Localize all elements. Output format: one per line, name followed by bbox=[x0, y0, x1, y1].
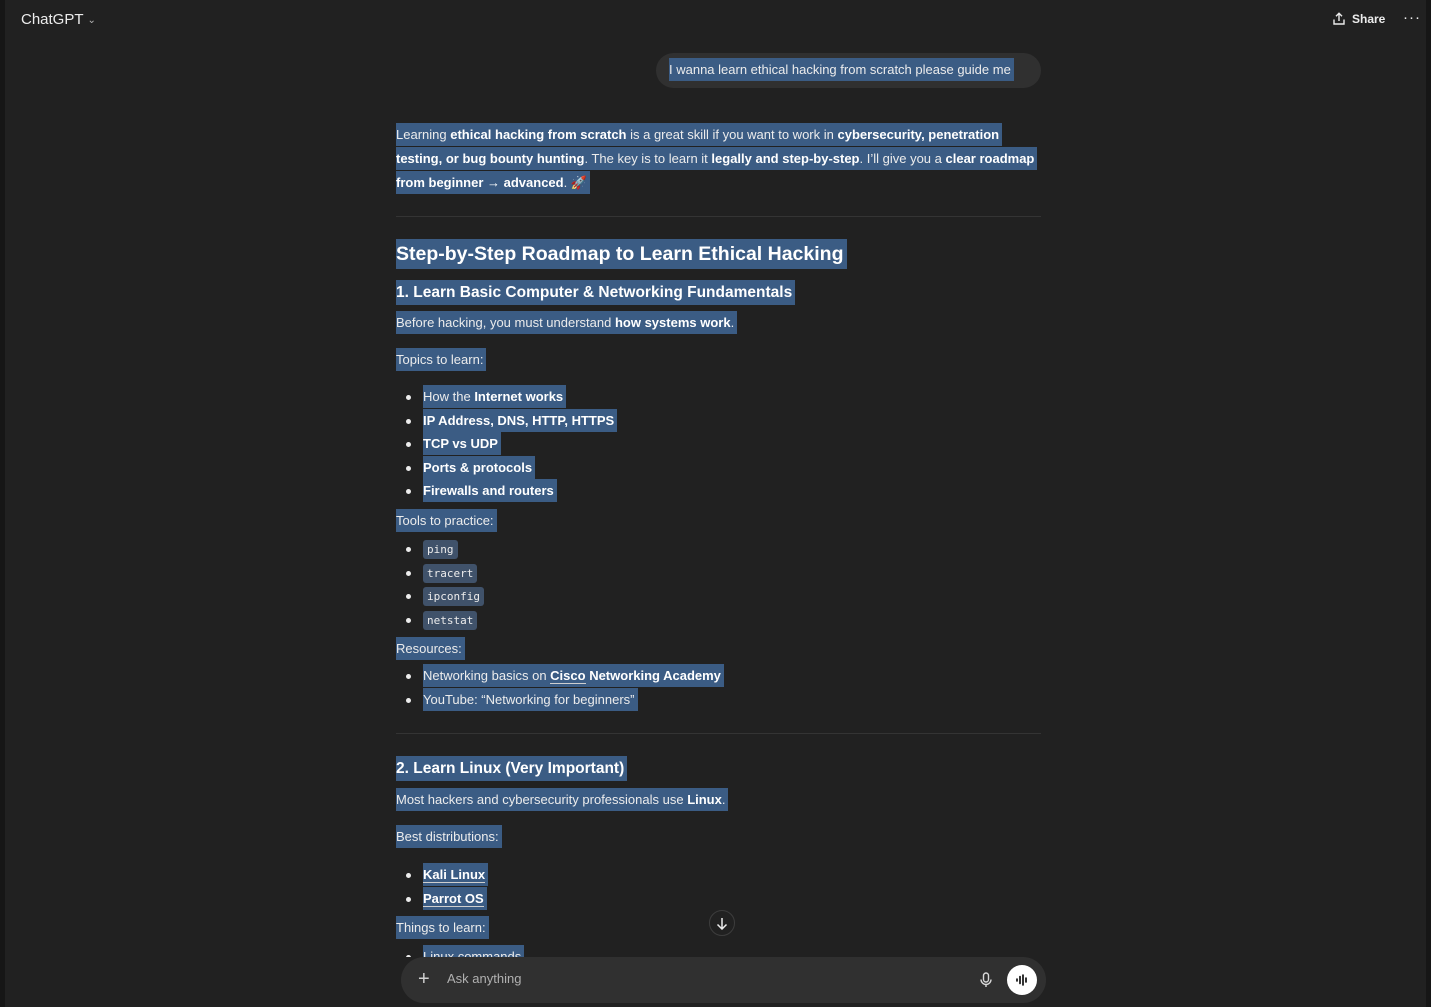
voice-mode-button[interactable] bbox=[1007, 965, 1037, 995]
list-item: Networking basics on Cisco Networking Ac… bbox=[396, 664, 724, 688]
code-ipconfig: ipconfig bbox=[423, 587, 484, 606]
scroll-down-button[interactable] bbox=[709, 910, 735, 936]
distros-label: Best distributions: bbox=[396, 825, 502, 849]
user-message-bubble: I wanna learn ethical hacking from scrat… bbox=[656, 53, 1041, 88]
tools-list: ping tracert ipconfig netstat bbox=[396, 537, 484, 631]
list-item: How the Internet works bbox=[396, 385, 617, 409]
list-item: Parrot OS bbox=[396, 886, 488, 911]
intro-paragraph: Learning ethical hacking from scratch is… bbox=[396, 123, 1038, 195]
roadmap-heading: Step-by-Step Roadmap to Learn Ethical Ha… bbox=[396, 239, 847, 269]
divider bbox=[396, 733, 1041, 734]
prompt-input[interactable] bbox=[445, 970, 919, 987]
resources-list: Networking basics on Cisco Networking Ac… bbox=[396, 664, 724, 711]
parrot-os-link[interactable]: Parrot OS bbox=[423, 890, 484, 907]
section2-heading: 2. Learn Linux (Very Important) bbox=[396, 756, 628, 781]
list-item: IP Address, DNS, HTTP, HTTPS bbox=[396, 408, 618, 433]
list-item: ping bbox=[396, 537, 484, 561]
model-selector[interactable]: ChatGPT ⌄ bbox=[21, 11, 96, 28]
list-item: YouTube: “Networking for beginners” bbox=[396, 687, 724, 712]
top-bar: ChatGPT ⌄ Share ··· bbox=[5, 0, 1426, 42]
divider bbox=[396, 216, 1041, 217]
cisco-link[interactable]: Cisco bbox=[550, 668, 586, 684]
list-item: netstat bbox=[396, 608, 484, 632]
tools-label: Tools to practice: bbox=[396, 509, 497, 533]
kali-linux-link[interactable]: Kali Linux bbox=[423, 867, 486, 883]
list-item: Ports & protocols bbox=[396, 455, 617, 480]
plus-icon[interactable]: + bbox=[418, 969, 430, 989]
list-item: TCP vs UDP bbox=[396, 432, 617, 456]
share-label: Share bbox=[1352, 12, 1386, 26]
distros-list: Kali Linux Parrot OS bbox=[396, 863, 489, 911]
chevron-down-icon: ⌄ bbox=[87, 15, 96, 26]
code-tracert: tracert bbox=[423, 563, 478, 583]
user-message-text: I wanna learn ethical hacking from scrat… bbox=[669, 58, 1014, 81]
list-item: Kali Linux bbox=[396, 863, 489, 887]
list-item: Firewalls and routers bbox=[396, 479, 617, 503]
topics-label: Topics to learn: bbox=[396, 348, 487, 372]
topics-list: How the Internet works IP Address, DNS, … bbox=[396, 385, 618, 503]
chat-window: ChatGPT ⌄ Share ··· I wanna learn ethica… bbox=[0, 0, 1431, 1007]
section1-heading: 1. Learn Basic Computer & Networking Fun… bbox=[396, 280, 796, 305]
arrow-down-icon bbox=[716, 917, 728, 930]
things-label: Things to learn: bbox=[396, 916, 489, 940]
share-button[interactable]: Share bbox=[1332, 12, 1385, 26]
list-item: tracert bbox=[396, 561, 484, 585]
model-name: ChatGPT bbox=[21, 11, 84, 28]
section1-lead: Before hacking, you must understand how … bbox=[396, 311, 738, 335]
things-list: Linux commands bbox=[396, 945, 525, 957]
resources-label: Resources: bbox=[396, 637, 465, 661]
code-netstat: netstat bbox=[423, 610, 478, 630]
share-icon bbox=[1333, 12, 1345, 25]
section2-lead: Most hackers and cybersecurity professio… bbox=[396, 788, 729, 812]
more-options-button[interactable]: ··· bbox=[1403, 9, 1421, 26]
list-item: Linux commands bbox=[396, 945, 525, 957]
waveform-icon bbox=[1016, 974, 1027, 986]
code-ping: ping bbox=[423, 540, 458, 559]
composer: + bbox=[401, 957, 1046, 1003]
microphone-icon[interactable] bbox=[980, 972, 992, 993]
list-item: ipconfig bbox=[396, 584, 484, 608]
